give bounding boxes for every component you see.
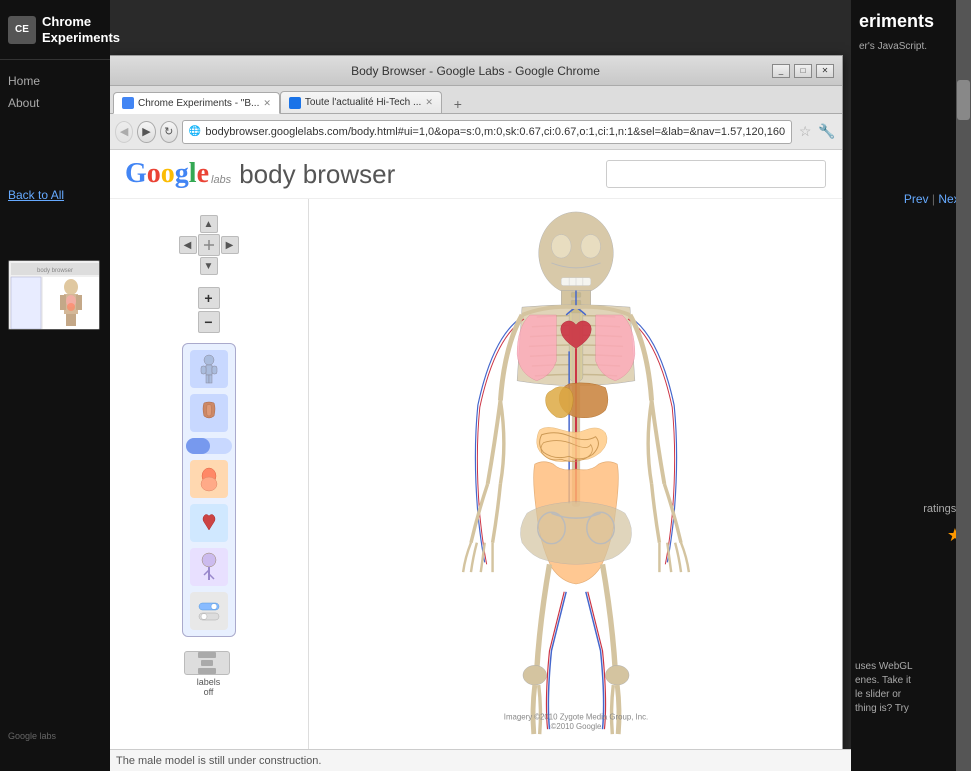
left-sidebar: CE Chrome Experiments Home About Back to… bbox=[0, 0, 110, 771]
page-content: G o o g l e labs body browser bbox=[109, 150, 842, 754]
ce-logo-area: CE Chrome Experiments bbox=[0, 0, 110, 60]
browser-window: Body Browser - Google Labs - Google Chro… bbox=[108, 55, 843, 755]
body-search-input[interactable] bbox=[606, 160, 826, 188]
g-yellow: o bbox=[161, 158, 175, 190]
tab-label-1: Chrome Experiments - "B... bbox=[138, 98, 259, 109]
ce-logo-text: CE bbox=[15, 24, 29, 35]
browser-title-text: Body Browser - Google Labs - Google Chro… bbox=[117, 64, 834, 78]
g-red2: e bbox=[197, 158, 209, 190]
zoom-in-button[interactable]: + bbox=[198, 287, 220, 309]
skeleton-layer-button[interactable] bbox=[190, 350, 228, 388]
g-red: o bbox=[147, 158, 161, 190]
status-text: The male model is still under constructi… bbox=[116, 755, 321, 767]
window-controls: _ □ ✕ bbox=[772, 64, 834, 78]
address-field[interactable]: 🌐 bodybrowser.googlelabs.com/body.html#u… bbox=[182, 120, 792, 144]
ce-title: Chrome Experiments bbox=[42, 14, 120, 45]
address-text: bodybrowser.googlelabs.com/body.html#ui=… bbox=[205, 126, 785, 138]
svg-text:body browser: body browser bbox=[37, 268, 73, 274]
nav-home-link[interactable]: Home bbox=[8, 70, 102, 92]
body-figure-svg: Imagery ©2010 Zygote Media Group, Inc. ©… bbox=[421, 209, 731, 739]
right-desc-line4: thing is? Try bbox=[855, 702, 963, 716]
browser-titlebar: Body Browser - Google Labs - Google Chro… bbox=[109, 56, 842, 86]
left-nav: Home About bbox=[0, 60, 110, 124]
g-blue: G bbox=[125, 158, 147, 190]
google-labs-credit: Google labs bbox=[8, 731, 56, 741]
body-browser-page: G o o g l e labs body browser bbox=[109, 150, 842, 754]
right-sidebar-subtitle: er's JavaScript. bbox=[859, 41, 963, 52]
screenshot-thumbnail: body browser bbox=[8, 260, 100, 330]
nav-about-link[interactable]: About bbox=[8, 92, 102, 114]
g-green: l bbox=[189, 158, 197, 190]
prev-link[interactable]: Prev bbox=[904, 192, 929, 206]
scrollbar-thumb[interactable] bbox=[957, 80, 970, 120]
zoom-controls: + − bbox=[198, 287, 220, 333]
minimize-button[interactable]: _ bbox=[772, 64, 790, 78]
body-browser-title: body browser bbox=[239, 159, 395, 190]
g-blue2: g bbox=[175, 158, 189, 190]
google-logo: G o o g l e labs bbox=[125, 158, 231, 190]
body-image-area: Imagery ©2010 Zygote Media Group, Inc. ©… bbox=[309, 199, 842, 749]
layer-panel bbox=[182, 343, 236, 637]
nav-left-button[interactable]: ◀ bbox=[179, 236, 197, 254]
right-description: uses WebGL enes. Take it le slider or th… bbox=[855, 660, 963, 716]
prev-next-nav: Prev | Next bbox=[904, 192, 963, 206]
tab-hitech[interactable]: Toute l'actualité Hi-Tech ... ✕ bbox=[280, 91, 442, 113]
wrench-icon[interactable]: 🔧 bbox=[818, 121, 836, 143]
tab-close-1[interactable]: ✕ bbox=[263, 98, 271, 109]
circulatory-layer-button[interactable] bbox=[190, 504, 228, 542]
svg-text:©2010 Google: ©2010 Google bbox=[550, 722, 601, 731]
nav-cross: ▲ ▼ ◀ ▶ bbox=[179, 215, 239, 275]
right-sidebar-title: eriments bbox=[859, 10, 963, 33]
labels-off-text: labelsoff bbox=[184, 677, 234, 697]
svg-text:Imagery ©2010 Zygote Media Gro: Imagery ©2010 Zygote Media Group, Inc. bbox=[503, 712, 647, 721]
slider-handle bbox=[186, 438, 210, 454]
tab-close-2[interactable]: ✕ bbox=[425, 97, 433, 108]
gbb-logo-area: G o o g l e labs body browser bbox=[125, 158, 395, 190]
nav-down-button[interactable]: ▼ bbox=[200, 257, 218, 275]
tab-label-2: Toute l'actualité Hi-Tech ... bbox=[305, 97, 421, 108]
back-to-all-link[interactable]: Back to All bbox=[8, 188, 64, 202]
new-tab-button[interactable]: + bbox=[446, 95, 470, 113]
forward-button[interactable]: ▶ bbox=[137, 121, 155, 143]
maximize-button[interactable]: □ bbox=[794, 64, 812, 78]
muscle-layer-button[interactable] bbox=[190, 394, 228, 432]
right-desc-line2: enes. Take it bbox=[855, 674, 963, 688]
gbb-header: G o o g l e labs body browser bbox=[109, 150, 842, 199]
zoom-out-button[interactable]: − bbox=[198, 311, 220, 333]
nervous-layer-button[interactable] bbox=[190, 548, 228, 586]
nav-center bbox=[198, 234, 220, 256]
status-bar: The male model is still under constructi… bbox=[108, 749, 956, 771]
layer-toggle-button[interactable] bbox=[190, 592, 228, 630]
address-bar-row: ◀ ▶ ↻ 🌐 bodybrowser.googlelabs.com/body.… bbox=[109, 114, 842, 150]
labels-toggle-button[interactable] bbox=[184, 651, 230, 675]
gbb-main-area: ▲ ▼ ◀ ▶ bbox=[109, 199, 842, 749]
tab-bar: Chrome Experiments - "B... ✕ Toute l'act… bbox=[109, 86, 842, 114]
layer-opacity-slider[interactable] bbox=[186, 438, 232, 454]
outer-background: CE Chrome Experiments Home About Back to… bbox=[0, 0, 971, 771]
tab-favicon-2 bbox=[289, 97, 301, 109]
right-desc-line3: le slider or bbox=[855, 688, 963, 702]
close-button[interactable]: ✕ bbox=[816, 64, 834, 78]
nav-right-button[interactable]: ▶ bbox=[221, 236, 239, 254]
tab-favicon-1 bbox=[122, 97, 134, 109]
right-desc-line1: uses WebGL bbox=[855, 660, 963, 674]
bookmark-star-icon[interactable]: ☆ bbox=[796, 121, 814, 143]
labels-control: labelsoff bbox=[184, 651, 234, 697]
vertical-scrollbar[interactable] bbox=[956, 0, 971, 771]
organs-layer-button[interactable] bbox=[190, 460, 228, 498]
labs-text: labs bbox=[211, 174, 231, 186]
ce-logo-box: CE bbox=[8, 16, 36, 44]
tab-chrome-experiments[interactable]: Chrome Experiments - "B... ✕ bbox=[113, 92, 280, 114]
nav-up-button[interactable]: ▲ bbox=[200, 215, 218, 233]
back-button[interactable]: ◀ bbox=[115, 121, 133, 143]
controls-panel: ▲ ▼ ◀ ▶ bbox=[109, 199, 309, 749]
right-sidebar: eriments er's JavaScript. Prev | Next ra… bbox=[851, 0, 971, 771]
refresh-button[interactable]: ↻ bbox=[160, 121, 178, 143]
ssl-icon: 🌐 bbox=[189, 126, 201, 137]
